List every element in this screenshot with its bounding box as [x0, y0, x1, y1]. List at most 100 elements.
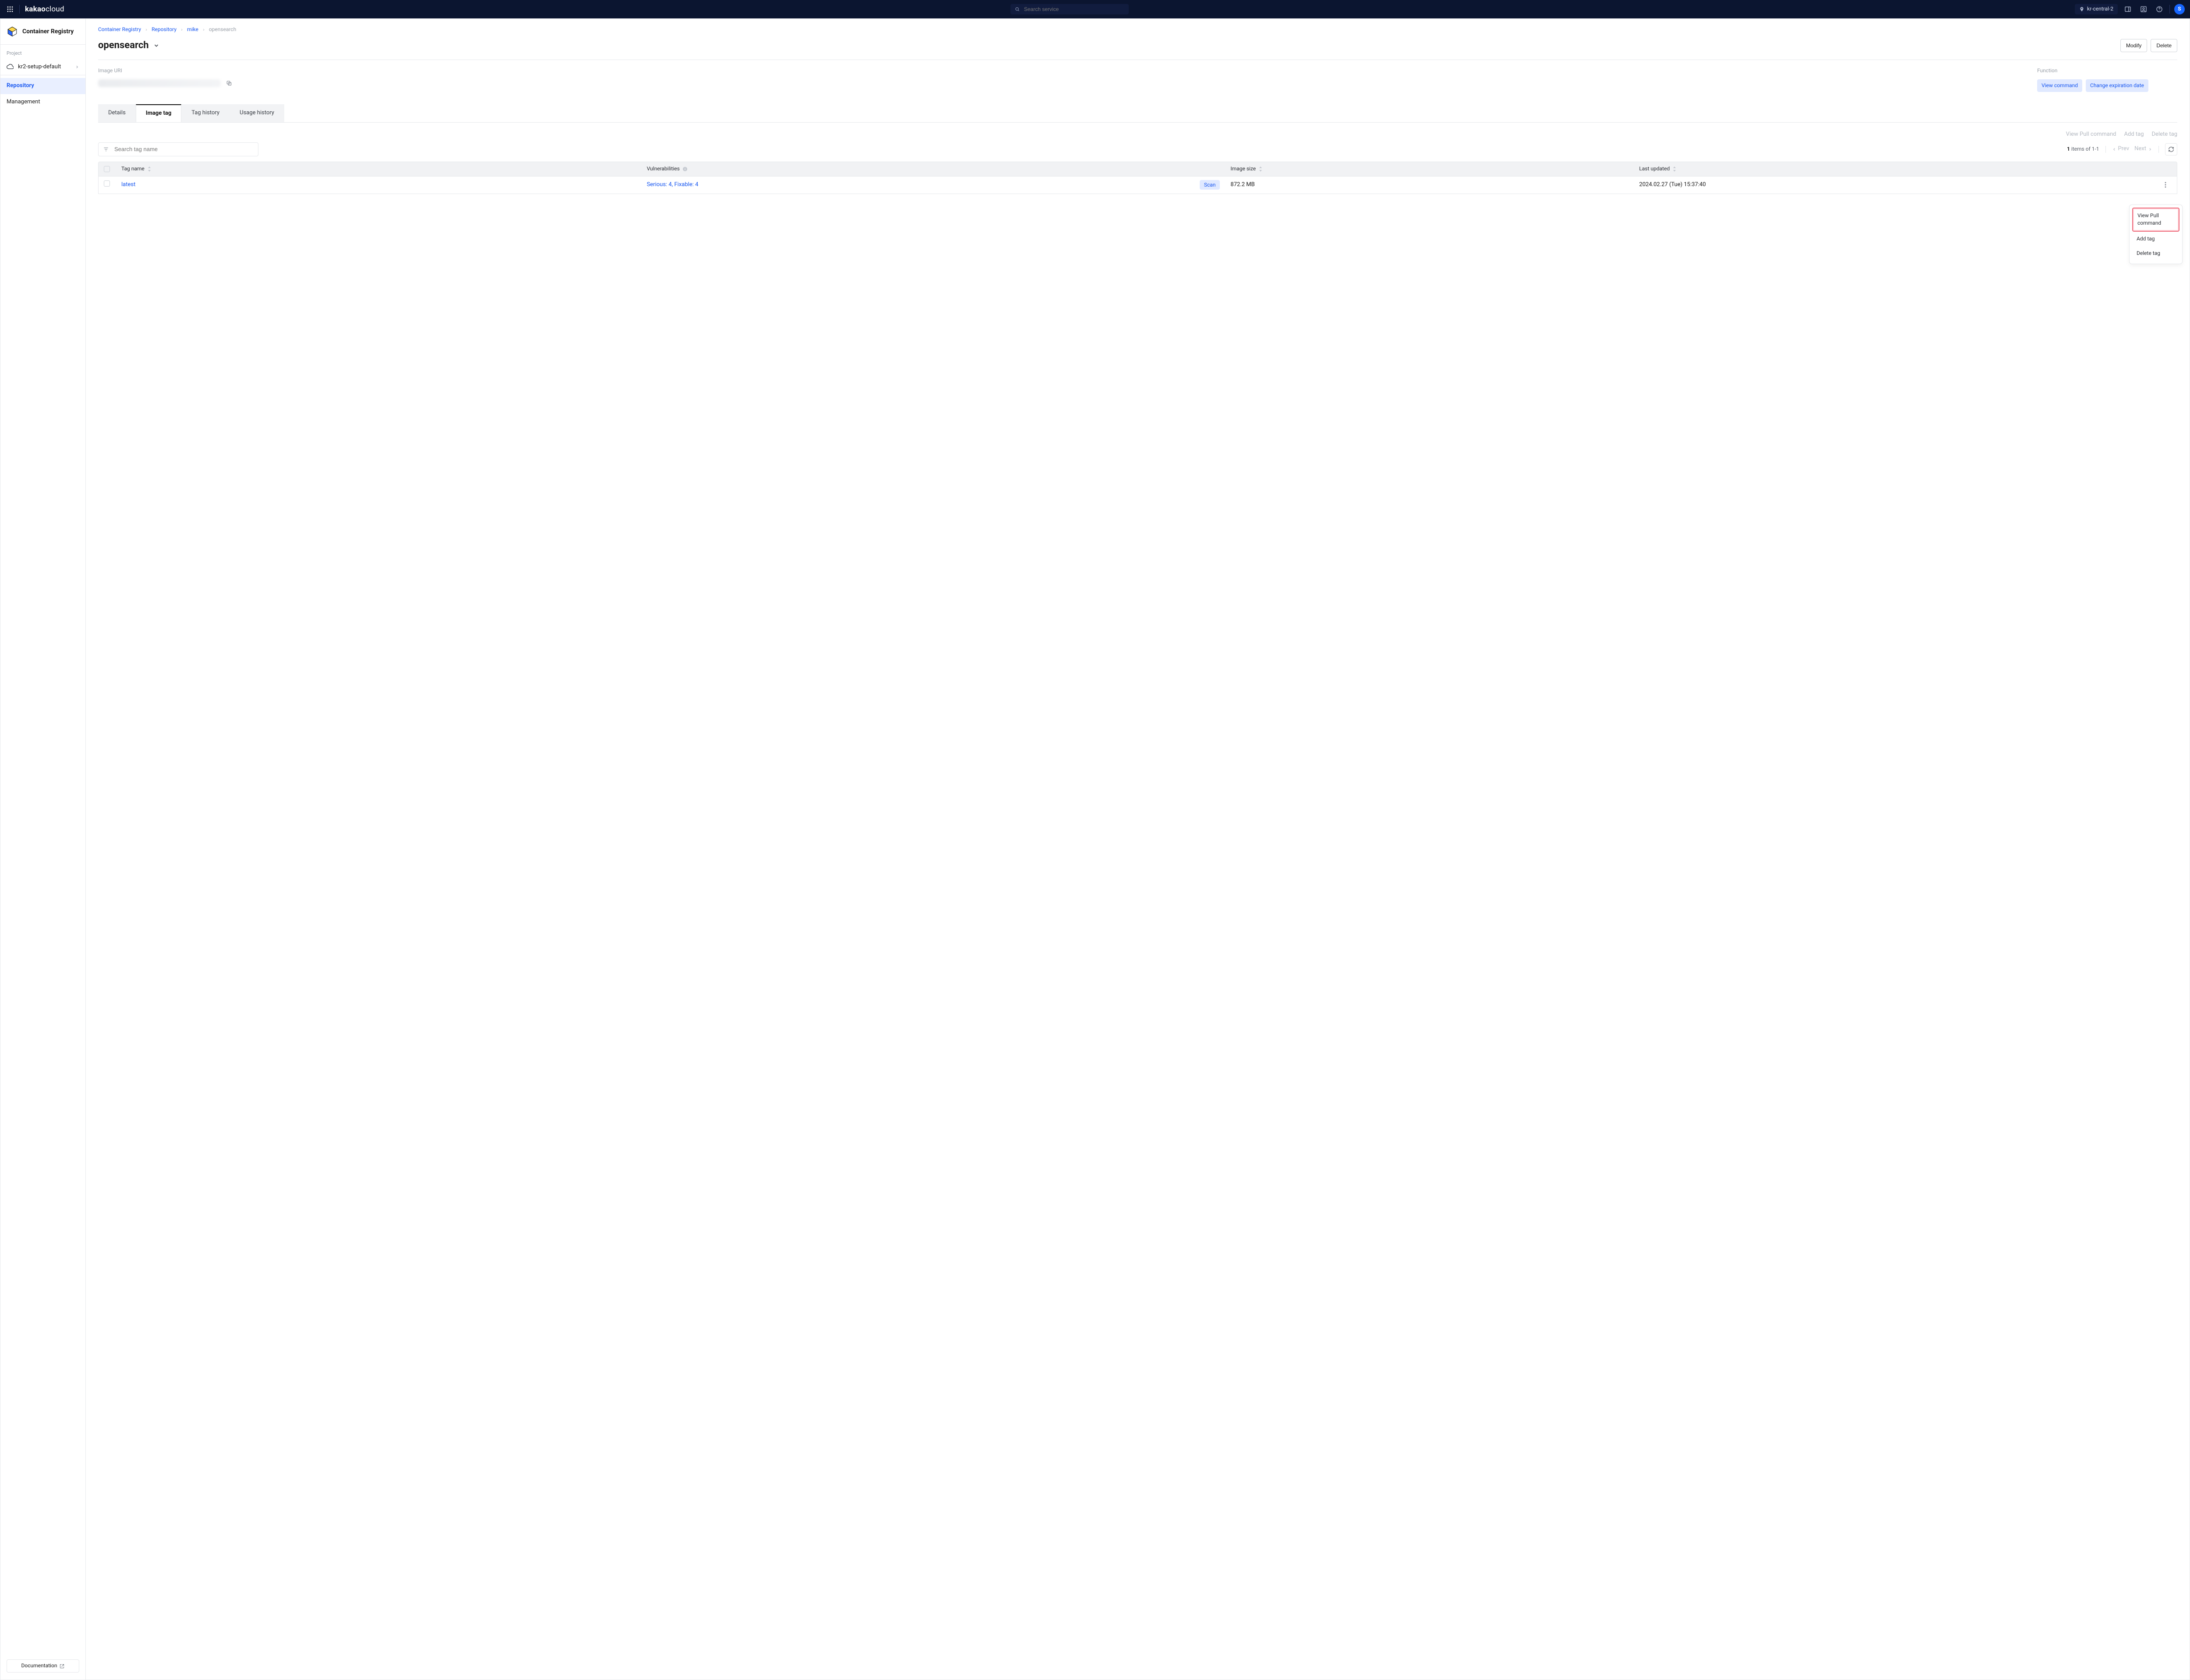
- project-label: Project: [0, 45, 85, 60]
- items-summary: 1 items of 1-1: [2067, 145, 2099, 153]
- chevron-right-icon: [180, 28, 184, 32]
- title-dropdown[interactable]: [153, 42, 159, 49]
- refresh-button[interactable]: [2165, 143, 2177, 155]
- panel-icon[interactable]: [2122, 4, 2133, 15]
- tab-usage-history[interactable]: Usage history: [230, 104, 284, 122]
- crumb-mike[interactable]: mike: [187, 26, 198, 33]
- th-image-size[interactable]: Image size: [1225, 165, 1634, 173]
- tag-search-input[interactable]: [113, 145, 254, 153]
- brand-logo[interactable]: kakaocloud: [25, 4, 64, 15]
- toolbar-view-pull: View Pull command: [2066, 131, 2116, 139]
- th-updated-label: Last updated: [1639, 165, 1670, 173]
- modify-button[interactable]: Modify: [2120, 39, 2147, 52]
- global-search[interactable]: [1010, 4, 1129, 14]
- filter-icon: [103, 146, 109, 152]
- pager-next: Next: [2134, 145, 2152, 153]
- project-selector[interactable]: kr2-setup-default: [0, 60, 85, 75]
- main-content: Container Registry Repository mike opens…: [86, 19, 2190, 1680]
- breadcrumb: Container Registry Repository mike opens…: [98, 26, 2177, 33]
- tags-table: Tag name Vulnerabilities Image size: [98, 162, 2177, 194]
- crumb-container-registry[interactable]: Container Registry: [98, 26, 141, 33]
- th-size-label: Image size: [1230, 165, 1256, 173]
- divider: [2158, 146, 2159, 153]
- region-selector[interactable]: kr-central-2: [2075, 4, 2118, 14]
- help-icon[interactable]: [2154, 4, 2165, 15]
- row-checkbox[interactable]: [99, 180, 116, 190]
- menu-delete-tag[interactable]: Delete tag: [2132, 246, 2179, 261]
- function-badges: View command Change expiration date: [2037, 79, 2177, 92]
- project-left: kr2-setup-default: [7, 63, 61, 71]
- divider: [19, 5, 20, 14]
- project-name: kr2-setup-default: [18, 63, 61, 71]
- th-vulnerabilities: Vulnerabilities: [642, 165, 1226, 173]
- apps-grid-icon[interactable]: [5, 4, 15, 14]
- avatar[interactable]: S: [2174, 4, 2185, 14]
- sidebar-title: Container Registry: [22, 27, 74, 36]
- menu-view-pull[interactable]: View Pull command: [2132, 208, 2179, 232]
- th-last-updated[interactable]: Last updated: [1634, 165, 2159, 173]
- top-navigation: kakaocloud kr-central-2 S: [0, 0, 2190, 18]
- checkbox-icon[interactable]: [104, 180, 110, 187]
- app-shell: Container Registry Project kr2-setup-def…: [0, 18, 2190, 1680]
- checkbox-icon[interactable]: [104, 166, 110, 172]
- tab-image-tag[interactable]: Image tag: [136, 104, 181, 122]
- tag-search[interactable]: [98, 142, 258, 156]
- items-count: 1: [2067, 146, 2070, 152]
- chevron-right-icon: [145, 28, 148, 32]
- table-top-right: 1 items of 1-1 Prev Next: [2067, 143, 2177, 155]
- documentation-button[interactable]: Documentation: [7, 1659, 79, 1673]
- th-tag-name-label: Tag name: [121, 165, 145, 173]
- table-toolbar: View Pull command Add tag Delete tag: [98, 131, 2177, 139]
- table-head: Tag name Vulnerabilities Image size: [98, 162, 2177, 176]
- pager-next-label: Next: [2134, 145, 2146, 153]
- crumb-current: opensearch: [209, 26, 237, 33]
- service-icon: [7, 26, 18, 37]
- image-uri-redacted: [98, 79, 221, 87]
- sort-icon[interactable]: [147, 166, 152, 172]
- change-expiration-badge[interactable]: Change expiration date: [2086, 79, 2148, 92]
- global-search-input[interactable]: [1023, 6, 1124, 13]
- th-tag-name[interactable]: Tag name: [116, 165, 642, 173]
- function-block: Function View command Change expiration …: [2037, 67, 2177, 92]
- region-label: kr-central-2: [2087, 5, 2113, 13]
- row-context-menu: View Pull command Add tag Delete tag: [2129, 205, 2183, 264]
- page-title: opensearch: [98, 39, 149, 53]
- pager-prev-label: Prev: [2118, 145, 2130, 153]
- sidebar: Container Registry Project kr2-setup-def…: [0, 19, 86, 1680]
- th-checkbox[interactable]: [99, 166, 116, 172]
- avatar-initial: S: [2178, 5, 2181, 13]
- sort-icon[interactable]: [1258, 166, 1263, 172]
- page-title-row: opensearch Modify Delete: [98, 39, 2177, 53]
- sidebar-item-repository[interactable]: Repository: [0, 78, 85, 94]
- account-icon[interactable]: [2138, 4, 2149, 15]
- sidebar-nav: Repository Management: [0, 75, 85, 113]
- menu-add-tag[interactable]: Add tag: [2132, 232, 2179, 246]
- delete-button[interactable]: Delete: [2151, 39, 2177, 52]
- table-row: latest Serious: 4, Fixable: 4 Scan 872.2…: [98, 176, 2177, 194]
- sort-icon[interactable]: [1672, 166, 1677, 172]
- row-vuln-text[interactable]: Serious: 4, Fixable: 4: [647, 181, 699, 189]
- function-label: Function: [2037, 67, 2177, 74]
- row-vulnerabilities: Serious: 4, Fixable: 4 Scan: [642, 180, 1226, 190]
- image-uri-label: Image URI: [98, 67, 2020, 74]
- th-vuln-label: Vulnerabilities: [647, 165, 680, 173]
- meta-columns: Image URI Function View command Change e…: [98, 67, 2177, 92]
- tab-tag-history[interactable]: Tag history: [181, 104, 230, 122]
- topbar-right: kr-central-2 S: [2075, 4, 2185, 15]
- row-image-size: 872.2 MB: [1225, 181, 1634, 189]
- documentation-label: Documentation: [21, 1662, 57, 1669]
- row-tag-name[interactable]: latest: [116, 181, 642, 189]
- brand-bold: kakao: [25, 5, 46, 14]
- crumb-repository[interactable]: Repository: [152, 26, 177, 33]
- toolbar-add-tag: Add tag: [2124, 131, 2144, 139]
- scan-button[interactable]: Scan: [1200, 180, 1220, 190]
- search-wrap: [69, 4, 2070, 14]
- chevron-right-icon: [75, 65, 79, 69]
- info-icon[interactable]: [682, 166, 688, 172]
- pager-prev: Prev: [2112, 145, 2130, 153]
- row-actions-kebab[interactable]: [2159, 182, 2177, 188]
- view-command-badge[interactable]: View command: [2037, 79, 2082, 92]
- tab-details[interactable]: Details: [98, 104, 136, 122]
- sidebar-item-management[interactable]: Management: [0, 94, 85, 110]
- copy-icon[interactable]: [225, 79, 233, 87]
